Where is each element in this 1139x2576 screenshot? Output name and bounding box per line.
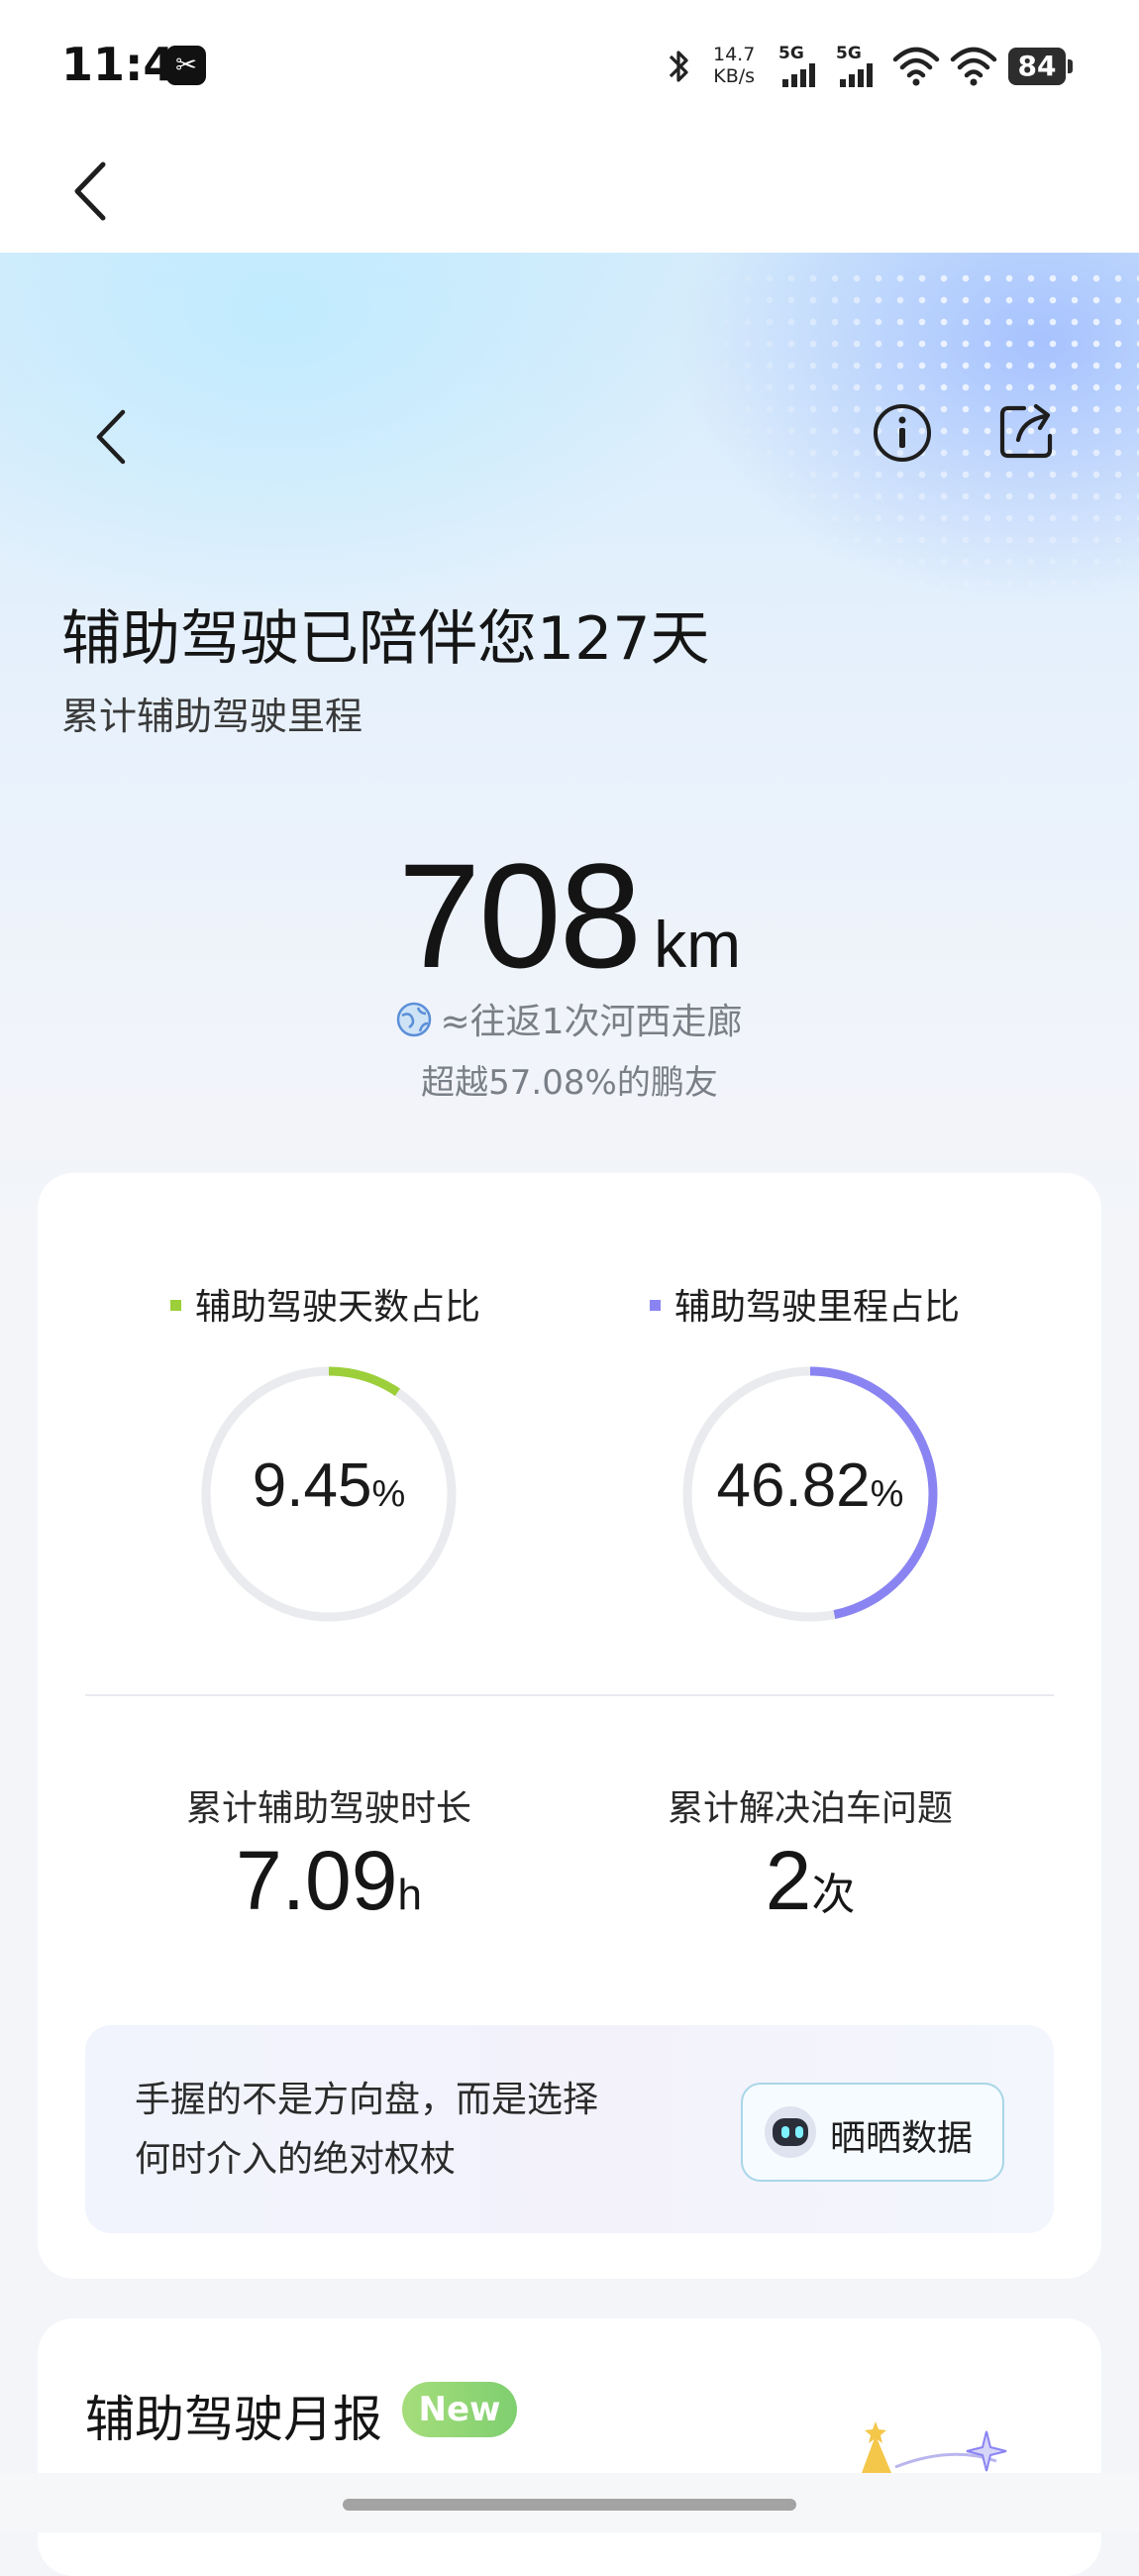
info-icon[interactable] [870, 400, 935, 466]
days-ratio-legend: 辅助驾驶天数占比 [170, 1278, 480, 1330]
mileage-display: 708 km [0, 830, 1139, 1002]
top-nav-bar [0, 129, 1139, 253]
wifi-icon [950, 47, 997, 86]
page-title: 辅助驾驶已陪伴您127天 [61, 604, 710, 674]
duration-value: 7.09h [121, 1833, 537, 1929]
signal-icon [782, 63, 815, 87]
home-indicator[interactable] [343, 2499, 796, 2511]
battery-icon: 84 [1008, 48, 1066, 85]
wifi-icon [892, 47, 940, 86]
mileage-value: 708 [397, 832, 642, 999]
net-speed-value: 14.7 [713, 44, 756, 65]
parking-value: 2次 [602, 1833, 1018, 1929]
mileage-ratio-number: 46.82 [716, 1451, 871, 1520]
net-speed: 14.7 KB/s [713, 44, 755, 87]
duration-label: 累计辅助驾驶时长 [185, 1788, 471, 1829]
duration-number: 7.09 [236, 1834, 398, 1927]
sim1-label: 5G [778, 44, 804, 63]
capcut-icon: ✂ [166, 46, 206, 85]
equivalence-text: ≈往返1次河西走廊 [440, 1002, 743, 1042]
mileage-ratio-unit: % [870, 1473, 904, 1515]
quote-line-1: 手握的不是方向盘，而是选择 [135, 2080, 599, 2120]
days-ratio-unit: % [371, 1473, 406, 1515]
sim2-label: 5G [836, 44, 862, 63]
battery-tip [1068, 59, 1073, 73]
mileage-ratio-label: 辅助驾驶里程占比 [674, 1287, 961, 1328]
days-ratio-value: 9.45% [200, 1450, 458, 1521]
party-decoration-icon [862, 2421, 1007, 2473]
net-speed-unit: KB/s [713, 65, 756, 87]
parking-unit: 次 [811, 1871, 856, 1919]
mileage-ratio-value: 46.82% [681, 1450, 939, 1521]
globe-icon [397, 1002, 432, 1037]
page-subtitle: 累计辅助驾驶里程 [61, 695, 363, 738]
mileage-equivalence: ≈往返1次河西走廊 [0, 993, 1139, 1044]
robot-eye [795, 2126, 803, 2138]
parking-number: 2 [765, 1834, 812, 1927]
parking-label: 累计解决泊车问题 [667, 1788, 953, 1829]
back-button[interactable] [69, 159, 113, 224]
robot-eye [781, 2126, 789, 2138]
mileage-legend-swatch [650, 1299, 661, 1311]
mileage-ratio-legend: 辅助驾驶里程占比 [650, 1278, 960, 1330]
duration-unit: h [397, 1871, 422, 1919]
new-badge: New [402, 2382, 517, 2437]
mileage-unit: km [654, 908, 742, 981]
bluetooth-icon [669, 51, 688, 82]
stats-divider [85, 1694, 1054, 1696]
days-ratio-number: 9.45 [252, 1451, 372, 1520]
status-bar: 11:41 ✂ 14.7 KB/s 5G 5G 84 [0, 0, 1139, 129]
share-data-label: 晒晒数据 [830, 2118, 974, 2159]
quote-line-2: 何时介入的绝对权杖 [135, 2139, 457, 2180]
monthly-report-title: 辅助驾驶月报 [85, 2391, 382, 2448]
quote-text: 手握的不是方向盘，而是选择 何时介入的绝对权杖 [135, 2071, 598, 2190]
days-legend-swatch [170, 1299, 181, 1311]
share-icon[interactable] [994, 398, 1060, 464]
days-ratio-label: 辅助驾驶天数占比 [195, 1287, 481, 1328]
page-back-button[interactable] [91, 406, 135, 468]
signal-icon [840, 63, 873, 87]
rank-text: 超越57.08%的鹏友 [421, 1063, 718, 1103]
